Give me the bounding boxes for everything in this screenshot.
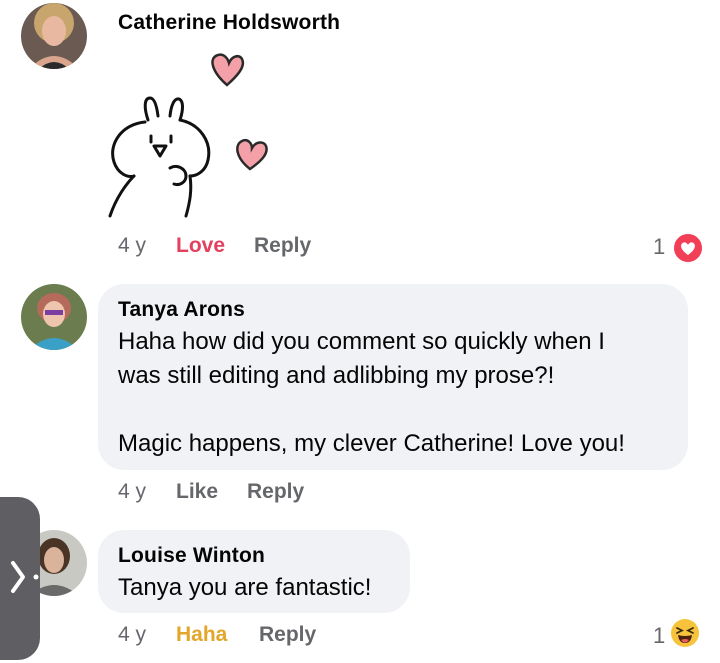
- haha-reaction-button[interactable]: Haha: [176, 623, 227, 647]
- comment-text-line: was still editing and adlibbing my prose…: [118, 362, 555, 389]
- reaction-count[interactable]: 1: [653, 623, 665, 649]
- haha-emoji-icon: [671, 619, 699, 647]
- comment-meta: 4 y Love Reply: [118, 234, 678, 264]
- chevron-right-icon: [11, 561, 39, 593]
- author-name[interactable]: Catherine Holdsworth: [118, 11, 340, 35]
- comment-meta: 4 y Haha Reply: [118, 623, 518, 653]
- comment-age[interactable]: 4 y: [118, 480, 146, 504]
- love-reaction-button[interactable]: Love: [176, 234, 225, 258]
- comment-text-line: Haha how did you comment so quickly when…: [118, 328, 605, 355]
- comment-text: Tanya you are fantastic!: [118, 574, 372, 601]
- avatar-catherine[interactable]: [21, 3, 87, 69]
- reply-button[interactable]: Reply: [247, 480, 304, 504]
- reply-button[interactable]: Reply: [254, 234, 311, 258]
- heart-icon: [672, 232, 704, 264]
- reply-button[interactable]: Reply: [259, 623, 316, 647]
- side-panel-handle[interactable]: [0, 497, 40, 660]
- reaction-count[interactable]: 1: [653, 234, 665, 260]
- comment-meta: 4 y Like Reply: [118, 480, 518, 510]
- like-button[interactable]: Like: [176, 480, 218, 504]
- comment-text-line: Magic happens, my clever Catherine! Love…: [118, 430, 625, 457]
- comment-age[interactable]: 4 y: [118, 234, 146, 258]
- author-name[interactable]: Louise Winton: [118, 544, 265, 568]
- author-name[interactable]: Tanya Arons: [118, 298, 245, 322]
- comment-age[interactable]: 4 y: [118, 623, 146, 647]
- bunny-hearts-sticker: [100, 50, 290, 225]
- avatar-tanya[interactable]: [21, 284, 87, 350]
